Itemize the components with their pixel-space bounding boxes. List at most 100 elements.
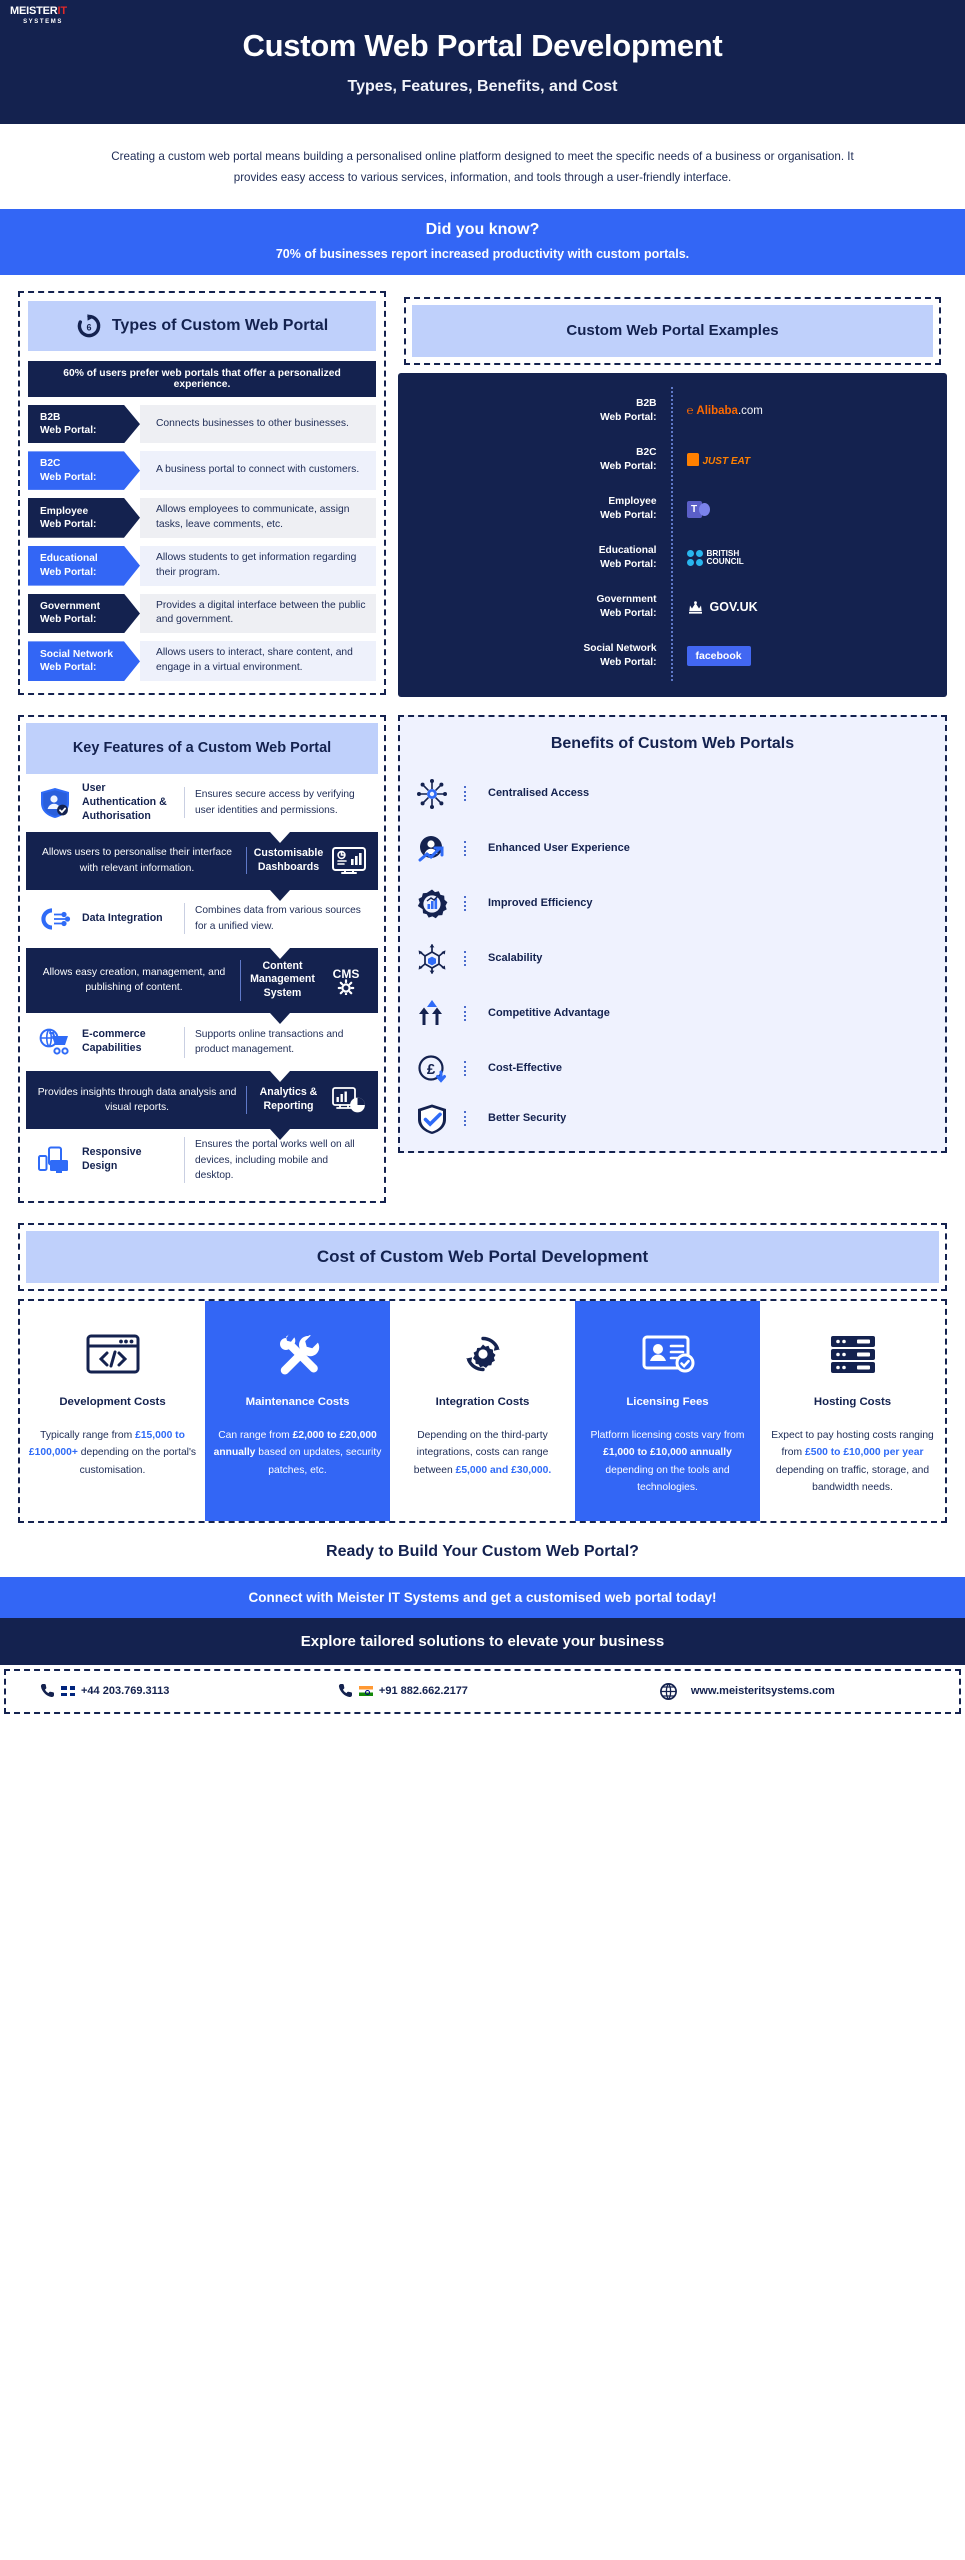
cost-section: Cost of Custom Web Portal Development De… [0,1203,965,1523]
type-description: Allows students to get information regar… [140,545,376,586]
type-label-line2: Web Portal: [40,662,97,674]
cost-column: Development Costs Typically range from £… [20,1301,205,1520]
benefit-row: Scalability [400,931,945,986]
feature-name: Content Management System [240,959,324,1002]
uk-flag-icon [61,1686,75,1697]
arrow-down-icon [270,1071,291,1083]
cta-headline: Ready to Build Your Custom Web Portal? [326,1542,639,1560]
contact-website[interactable]: www.meisteritsystems.com [630,1682,943,1700]
feature-row: Provides insights through data analysis … [26,1071,378,1130]
examples-body: B2B Web Portal: B2C Web Portal: Employee We… [398,372,948,697]
type-label-line2: Web Portal: [40,425,97,437]
feature-name: Responsive Design [82,1146,142,1173]
cost-column-text: Expect to pay hosting costs ranging from… [771,1429,934,1494]
feature-description: Supports online transactions and product… [184,1027,368,1058]
cost-column-name: Hosting Costs [813,1396,892,1409]
analytics-pie-icon [330,1083,368,1117]
benefit-row: Enhanced User Experience [400,821,945,876]
type-description: A business portal to connect with custom… [140,451,376,490]
type-row: Government Web Portal: Provides a digita… [28,593,376,634]
features-and-benefits-row: Key Features of a Custom Web Portal User… [0,697,965,1204]
gov-uk-logo: GOV.UK [673,583,948,632]
user-growth-icon [400,833,464,865]
cost-column: Integration Costs Depending on the third… [390,1301,575,1520]
server-rack-icon [768,1323,937,1385]
feature-description: Provides insights through data analysis … [37,1086,237,1114]
type-row: Employee Web Portal: Allows employees to… [28,497,376,538]
type-description: Provides a digital interface between the… [140,593,376,634]
feature-name: Customisable Dashboards [246,846,330,875]
type-row: Social Network Web Portal: Allows users … [28,641,376,682]
example-label: Employee Web Portal: [600,496,657,522]
type-label-line2: Web Portal: [40,566,97,578]
type-description: Allows users to interact, share content,… [140,641,376,682]
features-heading: Key Features of a Custom Web Portal [26,722,378,774]
example-label: B2C Web Portal: [600,447,657,473]
type-label-line1: B2C [40,458,61,470]
cost-column: Licensing Fees Platform licensing costs … [575,1301,760,1521]
type-tag: Government Web Portal: [28,594,140,634]
cost-column-text: Typically range from £15,000 to £100,000… [28,1429,197,1476]
phone-icon [40,1683,55,1699]
contact-in-phone: +91 882.662.2177 [378,1685,468,1698]
did-you-know-title: Did you know? [425,220,540,238]
license-card-icon [583,1323,752,1385]
brand-logo: MEISTERIT SYSTEMS [10,5,76,26]
tools-icon [213,1323,382,1385]
contact-in[interactable]: +91 882.662.2177 [326,1683,630,1699]
arrow-down-icon [270,831,291,843]
cta-subbanner: Explore tailored solutions to elevate yo… [0,1617,965,1665]
code-window-icon [28,1323,197,1385]
type-label-line2: Web Portal: [40,471,97,483]
cost-column-text: Depending on the third-party integration… [413,1429,552,1476]
logo-main-text: MEISTER [10,5,58,17]
page-header: MEISTERIT SYSTEMS Custom Web Portal Deve… [0,0,965,124]
benefits-heading: Benefits of Custom Web Portals [550,734,795,752]
type-label-line1: B2B [40,411,61,423]
benefit-label: Improved Efficiency [464,896,945,912]
pound-down-icon: £ [400,1053,464,1085]
contact-uk[interactable]: +44 203.769.3113 [22,1683,326,1699]
cta-banner[interactable]: Connect with Meister IT Systems and get … [0,1576,965,1618]
benefit-label: Competitive Advantage [464,1006,945,1022]
type-label-line2: Web Portal: [40,614,97,626]
types-heading-text: Types of Custom Web Portal [111,316,329,334]
logo-accent-text: IT [57,5,68,17]
type-tag: B2C Web Portal: [28,451,140,490]
feature-name: User Authentication & Authorisation [82,781,167,822]
type-label-line2: Web Portal: [40,518,97,530]
examples-card: Custom Web Portal Examples B2B Web Portal… [398,291,947,697]
logo-sub-text: SYSTEMS [23,19,63,25]
types-card: 6 Types of Custom Web Portal 60% of user… [18,290,386,696]
cost-column: Hosting Costs Expect to pay hosting cost… [760,1301,945,1520]
facebook-logo: facebook [673,632,948,681]
type-label-line1: Educational [40,553,98,565]
cost-column-name: Integration Costs [435,1396,530,1409]
feature-row: Data Integration Combines data from vari… [26,889,378,948]
arrows-up-icon [400,998,464,1030]
cost-column: Maintenance Costs Can range from £2,000 … [205,1301,390,1521]
example-label: Social Network Web Portal: [583,643,657,669]
refresh-6-icon: 6 [76,313,102,339]
globe-icon [659,1682,677,1700]
feature-row: User Authentication & Authorisation Ensu… [26,773,378,832]
type-description: Allows employees to communicate, assign … [140,497,376,538]
arrow-down-icon [270,1013,291,1025]
shield-check-icon [400,1103,464,1135]
crown-icon [688,600,702,614]
british-council-logo: BRITISH COUNCIL [673,534,948,583]
gear-sync-icon [398,1323,567,1385]
shield-user-check-icon [36,786,74,820]
globe-cart-icon [36,1025,74,1059]
benefit-row: Competitive Advantage [400,986,945,1041]
feature-description: Allows easy creation, management, and pu… [42,967,226,994]
type-tag: B2B Web Portal: [28,405,140,444]
feature-name: Data Integration [82,911,163,924]
india-flag-icon [358,1686,373,1697]
page-subtitle: Types, Features, Benefits, and Cost [347,78,618,95]
cost-column-text: Can range from £2,000 to £20,000 annuall… [213,1429,382,1476]
cost-column-name: Maintenance Costs [245,1396,350,1409]
benefit-row: Better Security [400,1096,945,1151]
benefit-row: £ Cost-Effective [400,1041,945,1096]
responsive-devices-icon [36,1143,74,1177]
